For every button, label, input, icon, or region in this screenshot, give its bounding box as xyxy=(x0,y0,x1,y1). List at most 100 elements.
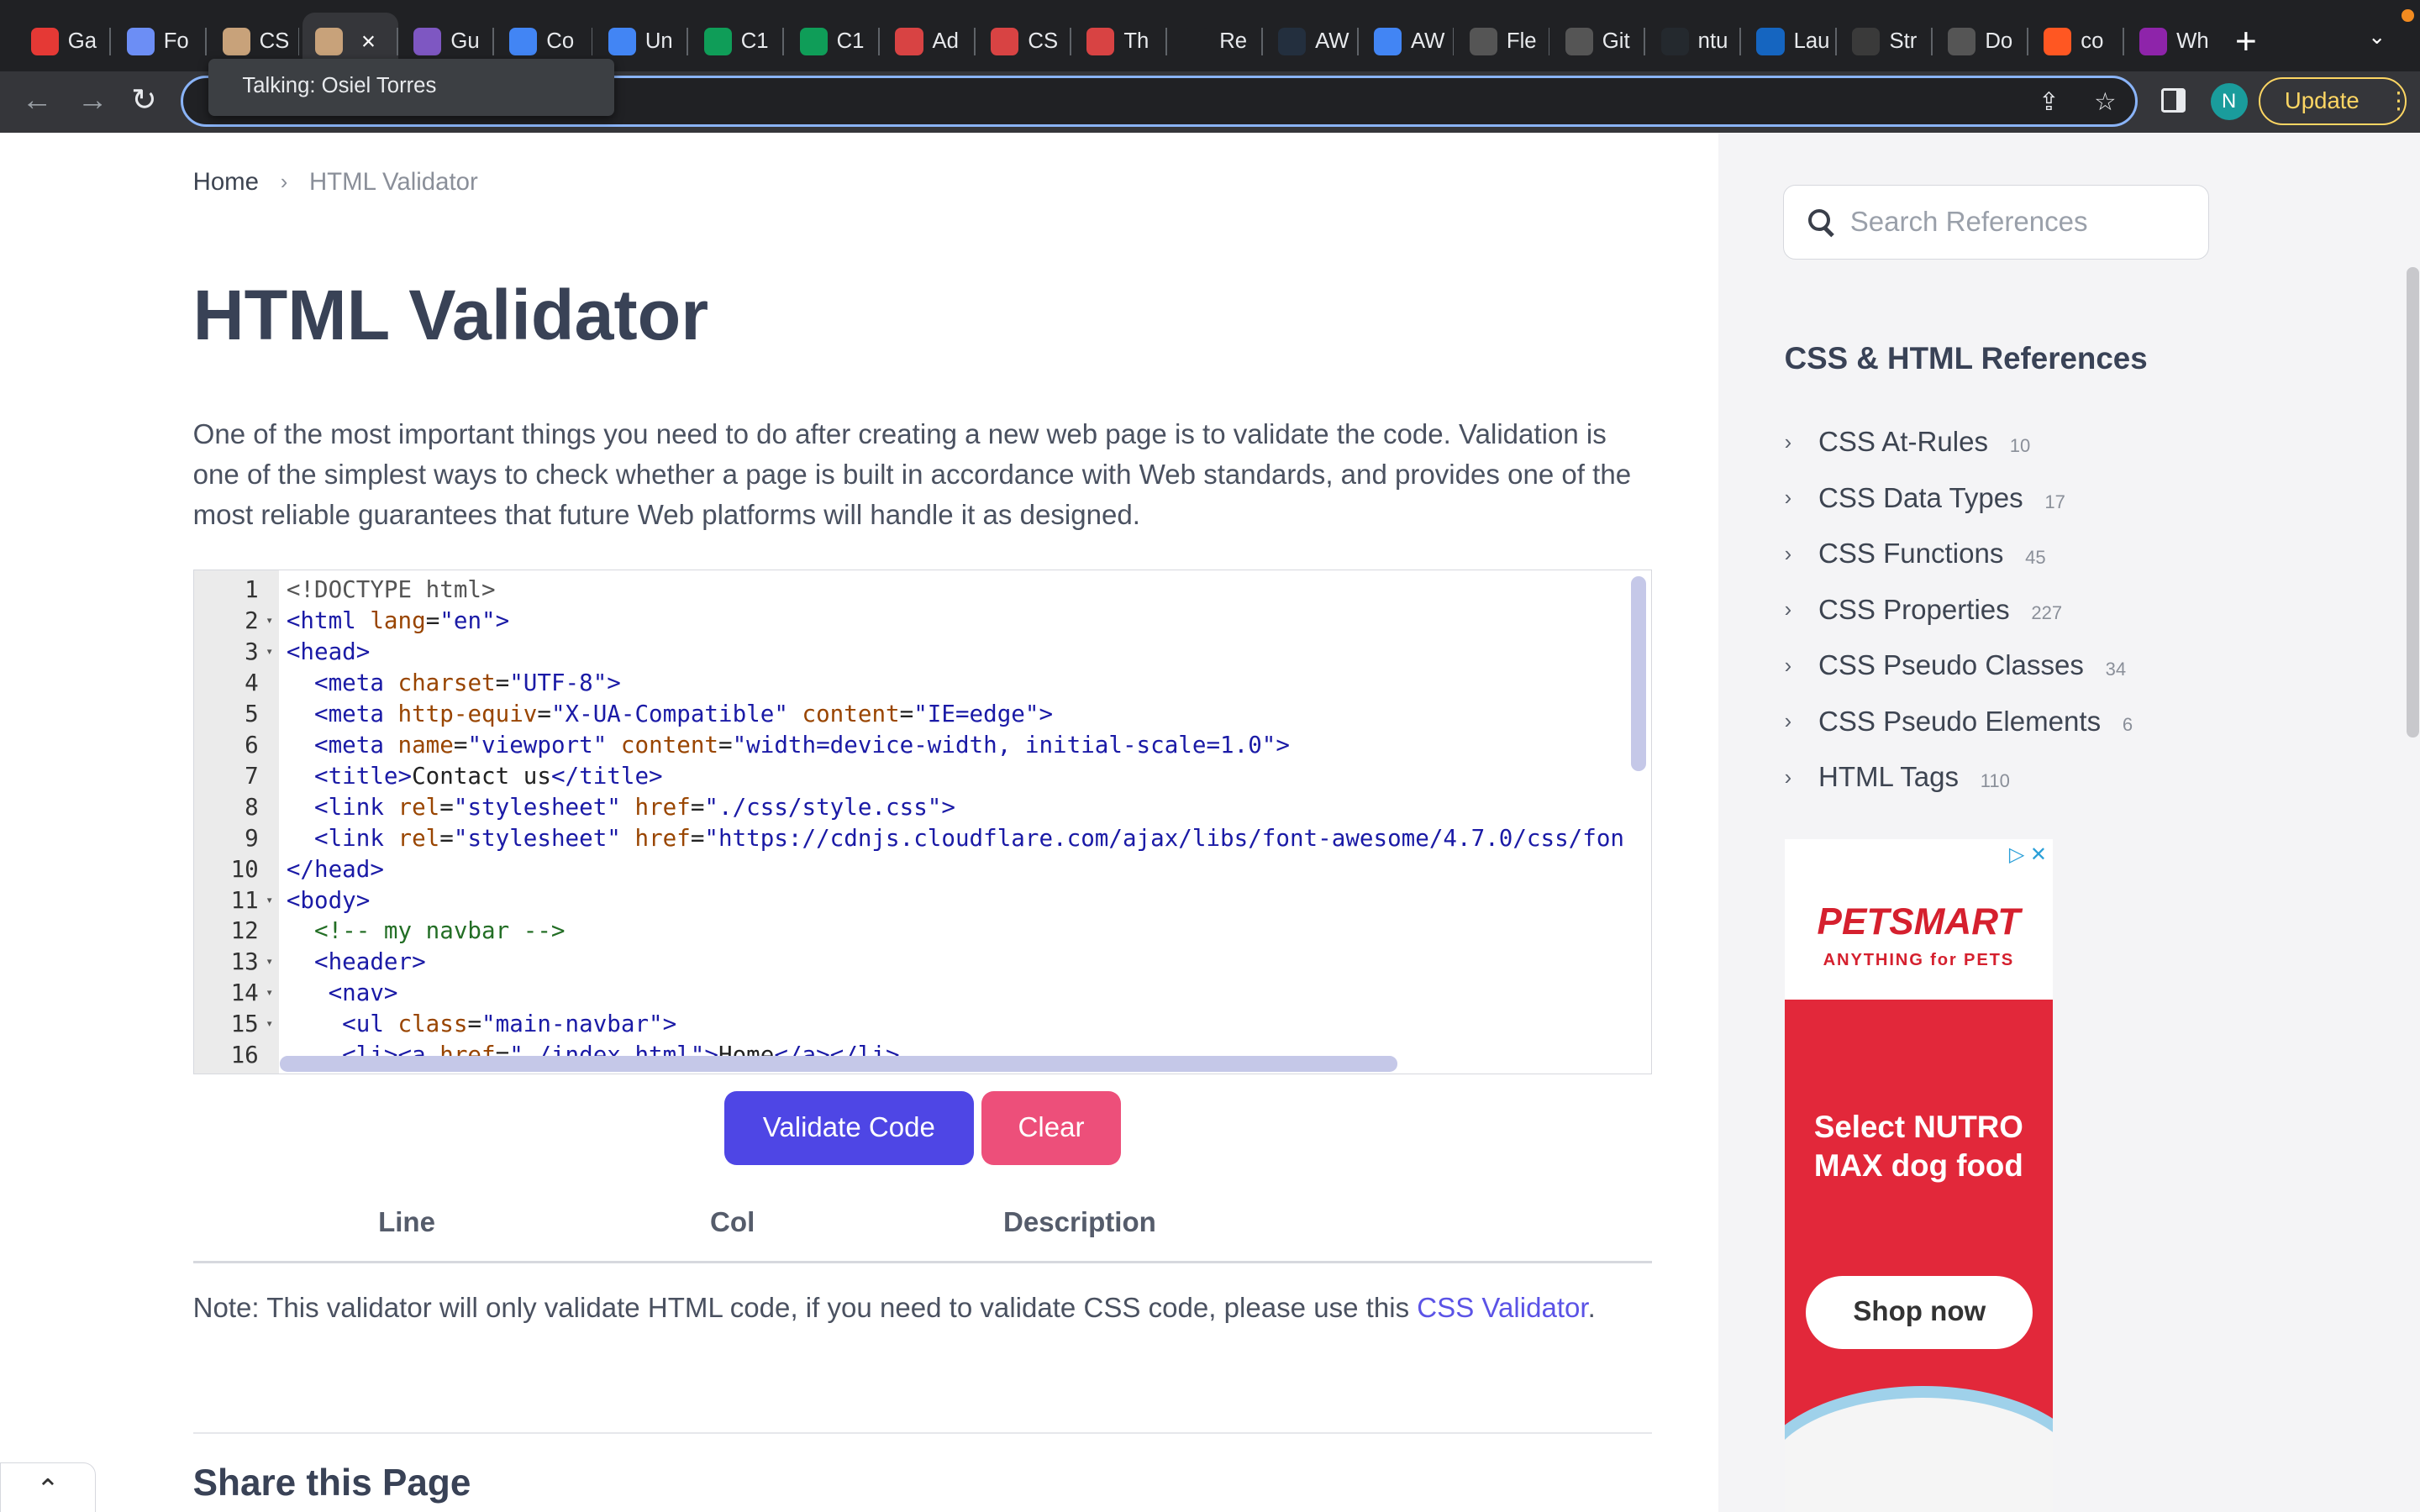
bookmark-star-icon[interactable]: ☆ xyxy=(2094,87,2116,117)
reference-item[interactable]: › CSS Functions 45 xyxy=(1785,527,2133,582)
forward-arrow-icon[interactable]: → xyxy=(77,82,108,117)
browser-tab[interactable]: Un xyxy=(596,18,686,65)
tab-favicon-icon xyxy=(30,28,59,56)
new-tab-button[interactable]: + xyxy=(2235,21,2257,62)
search-box[interactable] xyxy=(1782,185,2209,260)
page-scrollbar-thumb[interactable] xyxy=(2406,266,2419,738)
advertisement[interactable]: ▷ ✕ PETSMART ANYTHING for PETS Select NU… xyxy=(1784,839,2054,1512)
ad-choices-close-icon[interactable]: ▷ ✕ xyxy=(2009,843,2047,867)
reference-item-count: 17 xyxy=(2044,491,2065,512)
browser-tab[interactable]: CS xyxy=(210,18,300,65)
code-line[interactable]: 8 <link rel="stylesheet" href="./css/sty… xyxy=(194,792,1629,823)
browser-tab[interactable]: Wh xyxy=(2127,18,2217,65)
code-line[interactable]: 9 <link rel="stylesheet" href="https://c… xyxy=(194,823,1629,854)
reference-item[interactable]: › HTML Tags 110 xyxy=(1785,750,2133,806)
code-text[interactable]: <!-- my navbar --> xyxy=(280,916,566,947)
share-icon[interactable]: ⇪ xyxy=(2039,87,2060,117)
reload-icon[interactable]: ↻ xyxy=(131,82,157,117)
reference-item-label: CSS At-Rules xyxy=(1818,427,1988,459)
browser-tab[interactable]: co xyxy=(2031,18,2121,65)
browser-tab[interactable]: ntu xyxy=(1649,18,1739,65)
code-text[interactable]: <nav> xyxy=(280,978,398,1009)
code-line[interactable]: 4 <meta charset="UTF-8"> xyxy=(194,668,1629,699)
code-text[interactable]: <title>Contact us</title> xyxy=(280,761,663,792)
browser-tab[interactable]: AW xyxy=(1265,18,1355,65)
reference-item[interactable]: › CSS At-Rules 10 xyxy=(1785,415,2133,470)
tab-title: Fo xyxy=(163,29,189,54)
search-input[interactable] xyxy=(1849,206,2190,239)
code-line[interactable]: 7 <title>Contact us</title> xyxy=(194,761,1629,792)
code-editor[interactable]: 1 <!DOCTYPE html> 2 ▾ <html lang="en"> 3 ▾ <hea… xyxy=(192,569,1652,1074)
back-arrow-icon[interactable]: ← xyxy=(22,82,53,117)
browser-tab[interactable]: Co xyxy=(497,18,587,65)
code-line[interactable]: 2 ▾ <html lang="en"> xyxy=(194,606,1629,637)
editor-vertical-scrollbar[interactable] xyxy=(1630,576,1647,771)
fold-toggle-icon[interactable]: ▾ xyxy=(259,637,281,668)
browser-tab[interactable]: Fo xyxy=(114,18,204,65)
reference-item[interactable]: › CSS Pseudo Elements 6 xyxy=(1785,695,2133,750)
code-lines[interactable]: 1 <!DOCTYPE html> 2 ▾ <html lang="en"> 3 ▾ <hea… xyxy=(194,575,1629,1071)
browser-tab[interactable]: C1 xyxy=(787,18,877,65)
tab-separator xyxy=(782,28,785,56)
fold-toggle-icon[interactable]: ▾ xyxy=(259,1009,281,1040)
code-text[interactable]: <head> xyxy=(280,637,371,668)
more-menu-icon[interactable]: ⋮ xyxy=(2387,87,2411,114)
code-text[interactable]: <body> xyxy=(280,885,371,916)
reference-item[interactable]: › CSS Data Types 17 xyxy=(1785,471,2133,527)
reference-item[interactable]: › CSS Properties 227 xyxy=(1785,583,2133,638)
tab-favicon-icon xyxy=(703,28,732,56)
code-text[interactable]: <header> xyxy=(280,947,426,978)
browser-tab[interactable]: Git xyxy=(1553,18,1643,65)
code-line[interactable]: 14 ▾ <nav> xyxy=(194,978,1629,1009)
browser-tab[interactable]: C1 xyxy=(692,18,781,65)
browser-tab[interactable]: Str xyxy=(1840,18,1930,65)
browser-tab[interactable]: AW xyxy=(1361,18,1451,65)
code-line[interactable]: 15 ▾ <ul class="main-navbar"> xyxy=(194,1009,1629,1040)
code-text[interactable]: </head> xyxy=(280,854,384,885)
browser-tab[interactable]: Do xyxy=(1936,18,2026,65)
clear-button[interactable]: Clear xyxy=(981,1090,1121,1165)
page-scrollbar[interactable] xyxy=(2402,133,2420,738)
code-text[interactable]: <meta charset="UTF-8"> xyxy=(280,668,621,699)
breadcrumb-home-link[interactable]: Home xyxy=(193,168,259,197)
css-validator-link[interactable]: CSS Validator xyxy=(1417,1293,1587,1324)
code-text[interactable]: <!DOCTYPE html> xyxy=(280,575,496,606)
fold-toggle-icon[interactable]: ▾ xyxy=(259,885,281,916)
code-line[interactable]: 13 ▾ <header> xyxy=(194,947,1629,978)
browser-tab[interactable]: Ad xyxy=(883,18,973,65)
validate-code-button[interactable]: Validate Code xyxy=(723,1090,975,1165)
browser-tab[interactable]: Gu xyxy=(402,18,492,65)
side-panel-icon[interactable] xyxy=(2160,87,2186,113)
browser-tab[interactable]: Fle xyxy=(1457,18,1547,65)
fold-toggle-icon[interactable]: ▾ xyxy=(259,606,281,637)
code-line[interactable]: 6 <meta name="viewport" content="width=d… xyxy=(194,730,1629,761)
code-text[interactable]: <meta http-equiv="X-UA-Compatible" conte… xyxy=(280,699,1053,730)
reference-item[interactable]: › CSS Pseudo Classes 34 xyxy=(1785,638,2133,694)
code-text[interactable]: <link rel="stylesheet" href="./css/style… xyxy=(280,792,955,823)
update-button[interactable]: Update ⋮ xyxy=(2258,76,2410,125)
tab-search-icon[interactable]: ⌄ xyxy=(2368,24,2386,50)
fold-toggle-icon[interactable]: ▾ xyxy=(259,947,281,978)
ad-shop-now-button[interactable]: Shop now xyxy=(1806,1276,2033,1349)
code-text[interactable]: <link rel="stylesheet" href="https://cdn… xyxy=(280,823,1624,854)
browser-tab[interactable]: Ga xyxy=(18,18,108,65)
code-line[interactable]: 12 <!-- my navbar --> xyxy=(194,916,1629,947)
close-tab-icon[interactable]: × xyxy=(361,28,376,56)
code-text[interactable]: <ul class="main-navbar"> xyxy=(280,1009,676,1040)
reference-list: › CSS At-Rules 10 › CSS Data Types 17 › CSS Fun… xyxy=(1785,415,2133,806)
chevron-up-icon[interactable]: ⌃ xyxy=(0,1462,96,1512)
code-line[interactable]: 5 <meta http-equiv="X-UA-Compatible" con… xyxy=(194,699,1629,730)
browser-tab[interactable]: Lau xyxy=(1744,18,1834,65)
code-text[interactable]: <meta name="viewport" content="width=dev… xyxy=(280,730,1290,761)
browser-tab[interactable]: Re xyxy=(1170,18,1260,65)
code-line[interactable]: 11 ▾ <body> xyxy=(194,885,1629,916)
fold-toggle-icon[interactable]: ▾ xyxy=(259,978,281,1009)
browser-tab[interactable]: Th xyxy=(1075,18,1165,65)
profile-avatar[interactable]: N xyxy=(2210,83,2248,121)
code-text[interactable]: <html lang="en"> xyxy=(280,606,509,637)
code-line[interactable]: 10 </head> xyxy=(194,854,1629,885)
browser-tab[interactable]: CS xyxy=(979,18,1069,65)
editor-horizontal-scrollbar[interactable] xyxy=(280,1056,1398,1072)
code-line[interactable]: 1 <!DOCTYPE html> xyxy=(194,575,1629,606)
code-line[interactable]: 3 ▾ <head> xyxy=(194,637,1629,668)
